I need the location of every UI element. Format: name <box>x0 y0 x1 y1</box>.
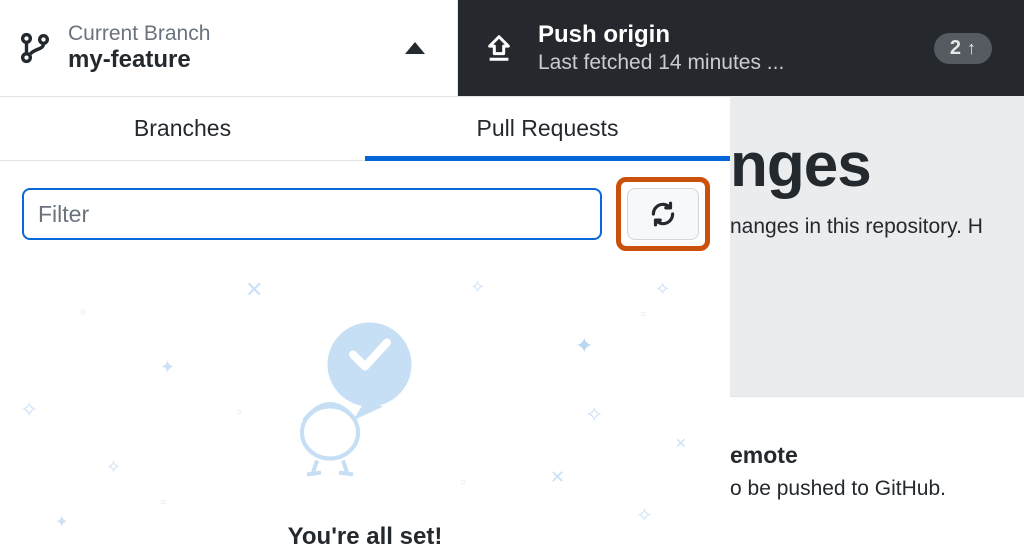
tabs: Branches Pull Requests <box>0 96 730 161</box>
filter-input[interactable] <box>22 188 602 240</box>
background-subheading: emote <box>730 442 946 469</box>
refresh-highlight <box>616 177 710 251</box>
caret-up-icon <box>405 42 425 54</box>
push-subtitle: Last fetched 14 minutes ... <box>538 50 910 76</box>
background-desc: nanges in this repository. H <box>730 215 1024 239</box>
branch-selector[interactable]: Current Branch my-feature <box>0 0 458 96</box>
push-origin-button[interactable]: Push origin Last fetched 14 minutes ... … <box>458 0 1024 96</box>
push-labels: Push origin Last fetched 14 minutes ... <box>538 20 910 76</box>
current-branch-label: Current Branch <box>68 21 389 46</box>
push-title: Push origin <box>538 20 910 50</box>
filter-row <box>0 161 730 267</box>
arrow-up-icon: ↑ <box>967 39 976 57</box>
empty-state: ✕ ✧ ✧ ○ ○ ✦ ✦ ✧ ○ ✧ ✧ ○ ✕ ✕ ○ ✦ ✧ You're… <box>0 267 730 557</box>
push-up-icon <box>484 33 514 63</box>
push-count-badge: 2 ↑ <box>934 33 992 64</box>
push-count: 2 <box>950 37 961 60</box>
background-pane: nges nanges in this repository. H emote … <box>730 96 1024 520</box>
sync-icon <box>649 200 677 228</box>
git-branch-icon <box>18 29 52 67</box>
all-set-illustration <box>275 313 455 488</box>
background-heading: nges <box>730 130 1024 201</box>
refresh-button[interactable] <box>627 188 699 240</box>
empty-state-title: You're all set! <box>0 523 730 551</box>
tab-branches[interactable]: Branches <box>0 97 365 160</box>
branch-name: my-feature <box>68 46 389 75</box>
branch-labels: Current Branch my-feature <box>68 21 389 75</box>
tab-pull-requests[interactable]: Pull Requests <box>365 97 730 160</box>
background-subdesc: o be pushed to GitHub. <box>730 477 946 501</box>
toolbar: Current Branch my-feature Push origin La… <box>0 0 1024 96</box>
